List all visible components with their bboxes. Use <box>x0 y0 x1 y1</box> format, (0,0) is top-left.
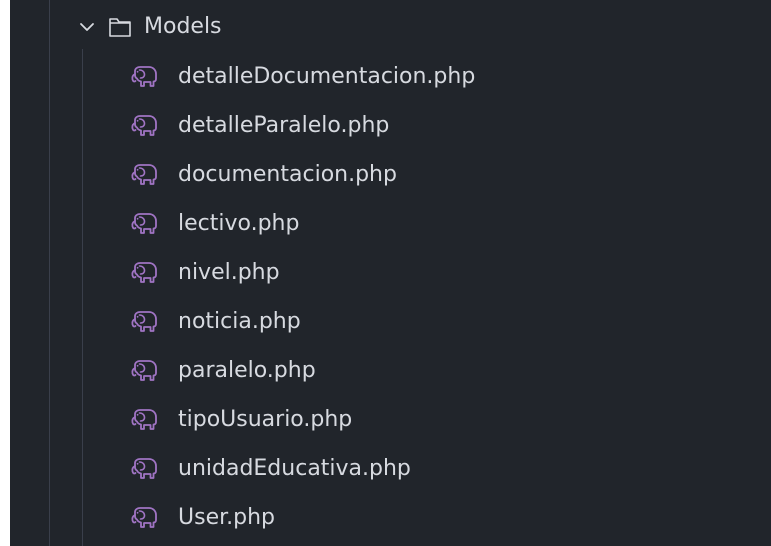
file-item[interactable]: lectivo.php <box>10 201 771 250</box>
php-elephant-icon <box>131 115 157 136</box>
file-label: documentacion.php <box>178 162 397 187</box>
file-item[interactable]: detalleParalelo.php <box>10 103 771 152</box>
file-item[interactable]: tipoUsuario.php <box>10 397 771 446</box>
php-elephant-icon <box>131 164 157 185</box>
file-label: lectivo.php <box>178 211 300 236</box>
file-label: detalleParalelo.php <box>178 113 390 138</box>
chevron-down-icon[interactable] <box>78 18 96 36</box>
php-elephant-icon <box>131 409 157 430</box>
php-elephant-icon <box>131 311 157 332</box>
php-elephant-icon <box>131 507 157 528</box>
file-item[interactable]: User.php <box>10 495 771 544</box>
folder-label: Models <box>144 14 222 39</box>
php-elephant-icon <box>131 66 157 87</box>
file-explorer-panel: Models detalleDocumentacion.php detalleP… <box>10 0 771 546</box>
file-label: unidadEducativa.php <box>178 456 411 481</box>
file-item[interactable]: detalleDocumentacion.php <box>10 54 771 103</box>
file-item[interactable]: noticia.php <box>10 299 771 348</box>
file-label: User.php <box>178 505 275 530</box>
php-elephant-icon <box>131 458 157 479</box>
file-label: detalleDocumentacion.php <box>178 64 476 89</box>
php-elephant-icon <box>131 262 157 283</box>
file-label: noticia.php <box>178 309 301 334</box>
file-label: nivel.php <box>178 260 280 285</box>
file-label: tipoUsuario.php <box>178 407 353 432</box>
file-item[interactable]: nivel.php <box>10 250 771 299</box>
file-item[interactable]: unidadEducativa.php <box>10 446 771 495</box>
folder-row-models[interactable]: Models <box>10 6 771 48</box>
file-label: paralelo.php <box>178 358 316 383</box>
file-list: detalleDocumentacion.php detalleParalelo… <box>10 54 771 544</box>
file-item[interactable]: documentacion.php <box>10 152 771 201</box>
file-item[interactable]: paralelo.php <box>10 348 771 397</box>
php-elephant-icon <box>131 360 157 381</box>
php-elephant-icon <box>131 213 157 234</box>
folder-icon <box>109 18 131 37</box>
